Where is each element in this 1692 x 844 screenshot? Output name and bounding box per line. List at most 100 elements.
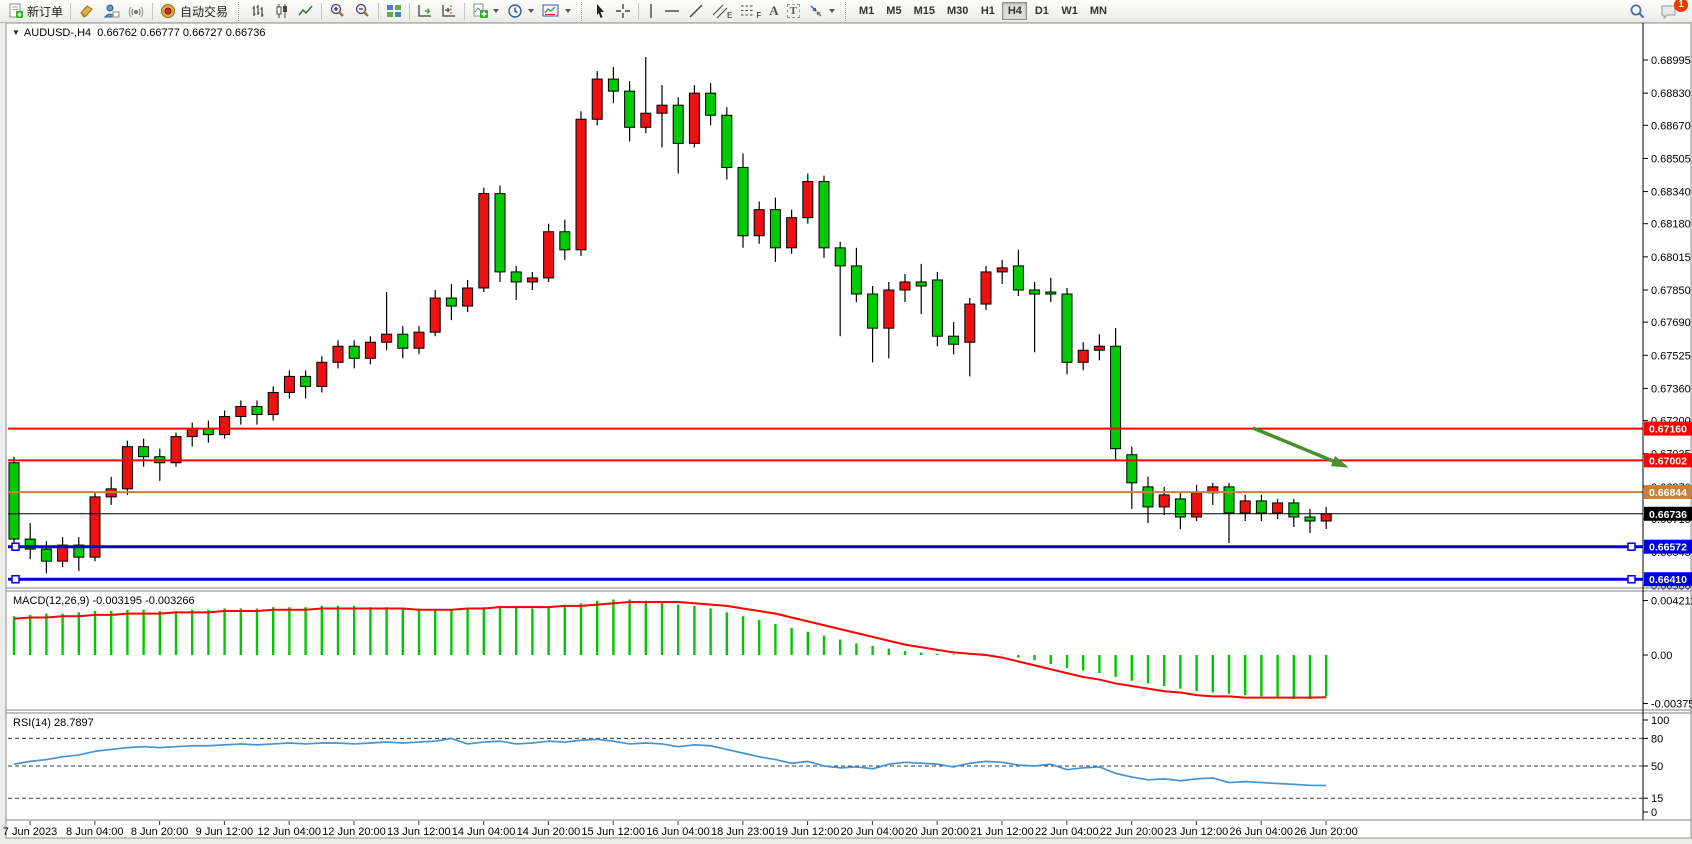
signals-button[interactable] <box>124 1 149 21</box>
text-button[interactable]: A <box>765 1 782 21</box>
line-handle[interactable] <box>12 543 19 550</box>
search-button[interactable] <box>1625 1 1650 21</box>
fibo-label: F <box>756 11 761 20</box>
svg-text:0.67160: 0.67160 <box>1649 424 1687 436</box>
tile-windows-button[interactable] <box>382 1 406 21</box>
cursor-button[interactable] <box>589 1 611 21</box>
line-handle[interactable] <box>1628 576 1635 583</box>
timeframe-button-H4[interactable]: H4 <box>1002 2 1027 20</box>
candles-chart-icon <box>274 3 290 19</box>
toolbar-right-group: 1 <box>1625 1 1688 21</box>
timeframe-button-M30[interactable]: M30 <box>942 2 973 20</box>
line-chart-icon <box>298 3 314 19</box>
svg-text:0.67525: 0.67525 <box>1651 350 1691 362</box>
crosshair-button[interactable] <box>611 1 635 21</box>
candle <box>868 294 878 328</box>
svg-text:0.68015: 0.68015 <box>1651 252 1691 264</box>
candle <box>1321 514 1331 521</box>
trendline-button[interactable] <box>684 1 708 21</box>
auto-scroll-icon <box>417 3 433 19</box>
line-chart-button[interactable] <box>294 1 318 21</box>
chart-collapse-icon[interactable]: ▼ <box>12 28 20 37</box>
macd-indicator-label: MACD(12,26,9) -0.003195 -0.003266 <box>13 595 195 607</box>
svg-text:8 Jun 20:00: 8 Jun 20:00 <box>131 826 189 838</box>
candle <box>592 79 602 119</box>
periods-button[interactable] <box>503 1 538 21</box>
autotrading-label: 自动交易 <box>180 3 228 20</box>
candle <box>576 119 586 250</box>
svg-text:0.68180: 0.68180 <box>1651 219 1691 231</box>
profile-button[interactable] <box>99 1 124 21</box>
autotrading-icon <box>160 3 177 19</box>
candle <box>1305 517 1315 521</box>
bars-chart-button[interactable] <box>246 1 270 21</box>
arrows-tool-icon <box>808 3 824 19</box>
line-handle[interactable] <box>12 576 19 583</box>
candle <box>527 278 537 282</box>
toolbar-grip[interactable] <box>238 2 241 21</box>
timeframe-button-M15[interactable]: M15 <box>909 2 940 20</box>
candle <box>1289 503 1299 517</box>
vertical-line-button[interactable] <box>642 1 660 21</box>
candle <box>382 334 392 342</box>
new-order-icon <box>8 3 24 19</box>
candle <box>1256 501 1266 513</box>
zoom-in-button[interactable] <box>325 1 350 21</box>
svg-text:100: 100 <box>1651 715 1669 727</box>
chart-title-text: AUDUSD-,H4 0.66762 0.66777 0.66727 0.667… <box>24 27 266 39</box>
candles-chart-button[interactable] <box>270 1 294 21</box>
svg-text:20 Jun 04:00: 20 Jun 04:00 <box>841 826 905 838</box>
indicators-button[interactable] <box>468 1 503 21</box>
candle <box>738 167 748 235</box>
zoom-out-button[interactable] <box>350 1 375 21</box>
svg-text:16 Jun 04:00: 16 Jun 04:00 <box>646 826 710 838</box>
timeframe-button-MN[interactable]: MN <box>1085 2 1112 20</box>
rsi-indicator-label: RSI(14) 28.7897 <box>13 717 94 729</box>
clock-icon <box>507 3 523 19</box>
timeframe-button-M5[interactable]: M5 <box>881 2 906 20</box>
timeframe-button-W1[interactable]: W1 <box>1056 2 1083 20</box>
notifications-container: 1 <box>1656 1 1682 21</box>
new-order-button[interactable]: 新订单 <box>4 1 67 21</box>
toolbar-grip[interactable] <box>845 2 848 21</box>
styler-button[interactable] <box>74 1 99 21</box>
candle <box>544 232 554 278</box>
candle <box>932 280 942 336</box>
svg-text:0.68340: 0.68340 <box>1651 187 1691 199</box>
timeframe-button-H1[interactable]: H1 <box>975 2 1000 20</box>
templates-button[interactable] <box>538 1 575 21</box>
candle <box>1094 346 1104 350</box>
objects-toolbar-group: E F A T <box>589 0 839 23</box>
candle <box>625 91 635 127</box>
candle <box>1030 290 1040 294</box>
candle <box>641 113 651 127</box>
line-handle[interactable] <box>1628 543 1635 550</box>
candle <box>884 290 894 328</box>
candle <box>268 392 278 414</box>
text-label-button[interactable]: T <box>783 1 804 21</box>
notification-badge[interactable]: 1 <box>1674 0 1688 12</box>
candle <box>770 210 780 248</box>
svg-text:13 Jun 12:00: 13 Jun 12:00 <box>387 826 451 838</box>
candle <box>1240 501 1250 513</box>
candle <box>835 248 845 266</box>
autotrading-button[interactable]: 自动交易 <box>156 1 232 21</box>
timeframe-button-D1[interactable]: D1 <box>1029 2 1054 20</box>
auto-scroll-button[interactable] <box>413 1 437 21</box>
toolbar-grip[interactable] <box>581 2 584 21</box>
chart-canvas[interactable]: 0.689950.688300.686700.685050.683400.681… <box>0 0 1692 844</box>
mt4-application: 新订单 自动交易 <box>0 0 1692 844</box>
text-icon: A <box>769 3 778 19</box>
timeframe-button-M1[interactable]: M1 <box>854 2 879 20</box>
main-toolbar: 新订单 自动交易 <box>0 0 1692 23</box>
horizontal-line-icon <box>664 3 680 19</box>
svg-text:8 Jun 04:00: 8 Jun 04:00 <box>66 826 124 838</box>
horizontal-line-button[interactable] <box>660 1 684 21</box>
styler-icon <box>78 3 95 19</box>
candle <box>965 304 975 342</box>
fibonacci-button[interactable]: F <box>736 1 765 21</box>
candle <box>122 447 132 489</box>
arrows-tool-button[interactable] <box>804 1 839 21</box>
chart-shift-button[interactable] <box>437 1 461 21</box>
channel-button[interactable]: E <box>708 1 736 21</box>
